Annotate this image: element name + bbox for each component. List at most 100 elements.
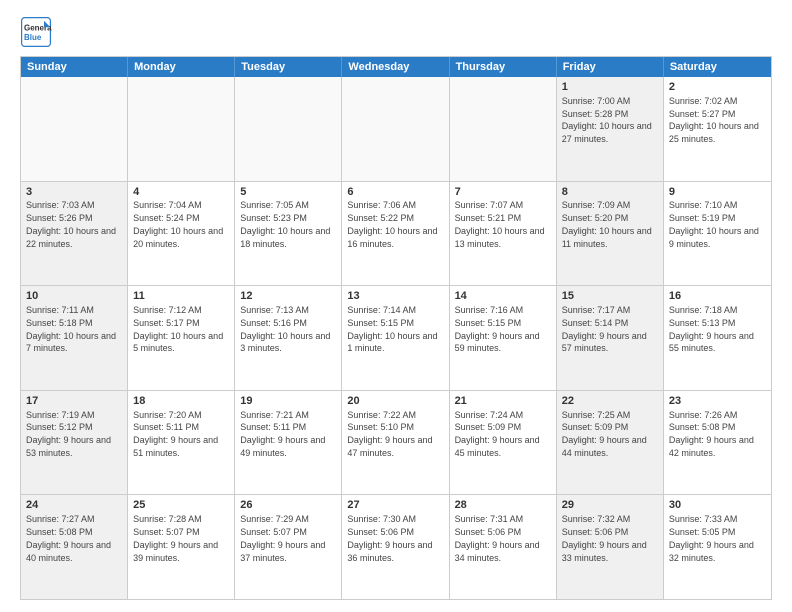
day-info: Sunrise: 7:24 AM Sunset: 5:09 PM Dayligh… — [455, 410, 540, 458]
empty-cell — [21, 77, 128, 181]
day-info: Sunrise: 7:31 AM Sunset: 5:06 PM Dayligh… — [455, 514, 540, 562]
day-info: Sunrise: 7:16 AM Sunset: 5:15 PM Dayligh… — [455, 305, 540, 353]
day-cell-19: 19Sunrise: 7:21 AM Sunset: 5:11 PM Dayli… — [235, 391, 342, 495]
day-info: Sunrise: 7:22 AM Sunset: 5:10 PM Dayligh… — [347, 410, 432, 458]
day-cell-14: 14Sunrise: 7:16 AM Sunset: 5:15 PM Dayli… — [450, 286, 557, 390]
day-cell-11: 11Sunrise: 7:12 AM Sunset: 5:17 PM Dayli… — [128, 286, 235, 390]
day-info: Sunrise: 7:00 AM Sunset: 5:28 PM Dayligh… — [562, 96, 652, 144]
day-info: Sunrise: 7:05 AM Sunset: 5:23 PM Dayligh… — [240, 200, 330, 248]
day-number: 23 — [669, 394, 766, 409]
day-number: 3 — [26, 185, 122, 200]
day-number: 14 — [455, 289, 551, 304]
day-number: 25 — [133, 498, 229, 513]
day-info: Sunrise: 7:26 AM Sunset: 5:08 PM Dayligh… — [669, 410, 754, 458]
calendar-row-0: 1Sunrise: 7:00 AM Sunset: 5:28 PM Daylig… — [21, 77, 771, 181]
day-cell-29: 29Sunrise: 7:32 AM Sunset: 5:06 PM Dayli… — [557, 495, 664, 599]
day-info: Sunrise: 7:32 AM Sunset: 5:06 PM Dayligh… — [562, 514, 647, 562]
day-cell-3: 3Sunrise: 7:03 AM Sunset: 5:26 PM Daylig… — [21, 182, 128, 286]
day-info: Sunrise: 7:21 AM Sunset: 5:11 PM Dayligh… — [240, 410, 325, 458]
day-number: 9 — [669, 185, 766, 200]
day-number: 12 — [240, 289, 336, 304]
day-cell-30: 30Sunrise: 7:33 AM Sunset: 5:05 PM Dayli… — [664, 495, 771, 599]
day-number: 8 — [562, 185, 658, 200]
day-number: 19 — [240, 394, 336, 409]
day-cell-5: 5Sunrise: 7:05 AM Sunset: 5:23 PM Daylig… — [235, 182, 342, 286]
day-number: 22 — [562, 394, 658, 409]
day-info: Sunrise: 7:33 AM Sunset: 5:05 PM Dayligh… — [669, 514, 754, 562]
day-info: Sunrise: 7:07 AM Sunset: 5:21 PM Dayligh… — [455, 200, 545, 248]
day-cell-27: 27Sunrise: 7:30 AM Sunset: 5:06 PM Dayli… — [342, 495, 449, 599]
day-info: Sunrise: 7:12 AM Sunset: 5:17 PM Dayligh… — [133, 305, 223, 353]
day-cell-4: 4Sunrise: 7:04 AM Sunset: 5:24 PM Daylig… — [128, 182, 235, 286]
day-number: 13 — [347, 289, 443, 304]
calendar: SundayMondayTuesdayWednesdayThursdayFrid… — [20, 56, 772, 600]
day-cell-2: 2Sunrise: 7:02 AM Sunset: 5:27 PM Daylig… — [664, 77, 771, 181]
day-number: 10 — [26, 289, 122, 304]
day-info: Sunrise: 7:17 AM Sunset: 5:14 PM Dayligh… — [562, 305, 647, 353]
day-info: Sunrise: 7:04 AM Sunset: 5:24 PM Dayligh… — [133, 200, 223, 248]
day-number: 1 — [562, 80, 658, 95]
calendar-row-4: 24Sunrise: 7:27 AM Sunset: 5:08 PM Dayli… — [21, 494, 771, 599]
day-number: 5 — [240, 185, 336, 200]
day-info: Sunrise: 7:28 AM Sunset: 5:07 PM Dayligh… — [133, 514, 218, 562]
day-cell-12: 12Sunrise: 7:13 AM Sunset: 5:16 PM Dayli… — [235, 286, 342, 390]
day-cell-18: 18Sunrise: 7:20 AM Sunset: 5:11 PM Dayli… — [128, 391, 235, 495]
day-info: Sunrise: 7:13 AM Sunset: 5:16 PM Dayligh… — [240, 305, 330, 353]
weekday-header-monday: Monday — [128, 57, 235, 77]
day-number: 2 — [669, 80, 766, 95]
day-cell-26: 26Sunrise: 7:29 AM Sunset: 5:07 PM Dayli… — [235, 495, 342, 599]
day-cell-6: 6Sunrise: 7:06 AM Sunset: 5:22 PM Daylig… — [342, 182, 449, 286]
day-cell-15: 15Sunrise: 7:17 AM Sunset: 5:14 PM Dayli… — [557, 286, 664, 390]
day-number: 17 — [26, 394, 122, 409]
day-number: 26 — [240, 498, 336, 513]
day-number: 15 — [562, 289, 658, 304]
logo-icon: General Blue — [20, 16, 52, 48]
weekday-header-wednesday: Wednesday — [342, 57, 449, 77]
day-info: Sunrise: 7:18 AM Sunset: 5:13 PM Dayligh… — [669, 305, 754, 353]
day-info: Sunrise: 7:14 AM Sunset: 5:15 PM Dayligh… — [347, 305, 437, 353]
empty-cell — [128, 77, 235, 181]
logo: General Blue — [20, 16, 52, 48]
day-cell-13: 13Sunrise: 7:14 AM Sunset: 5:15 PM Dayli… — [342, 286, 449, 390]
day-number: 24 — [26, 498, 122, 513]
calendar-body: 1Sunrise: 7:00 AM Sunset: 5:28 PM Daylig… — [21, 77, 771, 599]
day-cell-17: 17Sunrise: 7:19 AM Sunset: 5:12 PM Dayli… — [21, 391, 128, 495]
day-info: Sunrise: 7:06 AM Sunset: 5:22 PM Dayligh… — [347, 200, 437, 248]
calendar-row-1: 3Sunrise: 7:03 AM Sunset: 5:26 PM Daylig… — [21, 181, 771, 286]
day-number: 28 — [455, 498, 551, 513]
day-info: Sunrise: 7:03 AM Sunset: 5:26 PM Dayligh… — [26, 200, 116, 248]
day-cell-24: 24Sunrise: 7:27 AM Sunset: 5:08 PM Dayli… — [21, 495, 128, 599]
day-number: 20 — [347, 394, 443, 409]
day-cell-20: 20Sunrise: 7:22 AM Sunset: 5:10 PM Dayli… — [342, 391, 449, 495]
day-cell-25: 25Sunrise: 7:28 AM Sunset: 5:07 PM Dayli… — [128, 495, 235, 599]
day-cell-1: 1Sunrise: 7:00 AM Sunset: 5:28 PM Daylig… — [557, 77, 664, 181]
day-info: Sunrise: 7:19 AM Sunset: 5:12 PM Dayligh… — [26, 410, 111, 458]
weekday-header-tuesday: Tuesday — [235, 57, 342, 77]
day-number: 21 — [455, 394, 551, 409]
day-info: Sunrise: 7:11 AM Sunset: 5:18 PM Dayligh… — [26, 305, 116, 353]
day-cell-22: 22Sunrise: 7:25 AM Sunset: 5:09 PM Dayli… — [557, 391, 664, 495]
day-number: 6 — [347, 185, 443, 200]
weekday-header-friday: Friday — [557, 57, 664, 77]
day-info: Sunrise: 7:20 AM Sunset: 5:11 PM Dayligh… — [133, 410, 218, 458]
day-info: Sunrise: 7:25 AM Sunset: 5:09 PM Dayligh… — [562, 410, 647, 458]
day-cell-8: 8Sunrise: 7:09 AM Sunset: 5:20 PM Daylig… — [557, 182, 664, 286]
weekday-header-saturday: Saturday — [664, 57, 771, 77]
calendar-row-3: 17Sunrise: 7:19 AM Sunset: 5:12 PM Dayli… — [21, 390, 771, 495]
day-cell-23: 23Sunrise: 7:26 AM Sunset: 5:08 PM Dayli… — [664, 391, 771, 495]
calendar-header: SundayMondayTuesdayWednesdayThursdayFrid… — [21, 57, 771, 77]
day-number: 4 — [133, 185, 229, 200]
calendar-row-2: 10Sunrise: 7:11 AM Sunset: 5:18 PM Dayli… — [21, 285, 771, 390]
header: General Blue — [20, 16, 772, 48]
day-info: Sunrise: 7:27 AM Sunset: 5:08 PM Dayligh… — [26, 514, 111, 562]
weekday-header-thursday: Thursday — [450, 57, 557, 77]
day-info: Sunrise: 7:10 AM Sunset: 5:19 PM Dayligh… — [669, 200, 759, 248]
empty-cell — [450, 77, 557, 181]
day-cell-9: 9Sunrise: 7:10 AM Sunset: 5:19 PM Daylig… — [664, 182, 771, 286]
weekday-header-sunday: Sunday — [21, 57, 128, 77]
empty-cell — [235, 77, 342, 181]
day-info: Sunrise: 7:29 AM Sunset: 5:07 PM Dayligh… — [240, 514, 325, 562]
day-cell-10: 10Sunrise: 7:11 AM Sunset: 5:18 PM Dayli… — [21, 286, 128, 390]
day-cell-28: 28Sunrise: 7:31 AM Sunset: 5:06 PM Dayli… — [450, 495, 557, 599]
day-number: 30 — [669, 498, 766, 513]
